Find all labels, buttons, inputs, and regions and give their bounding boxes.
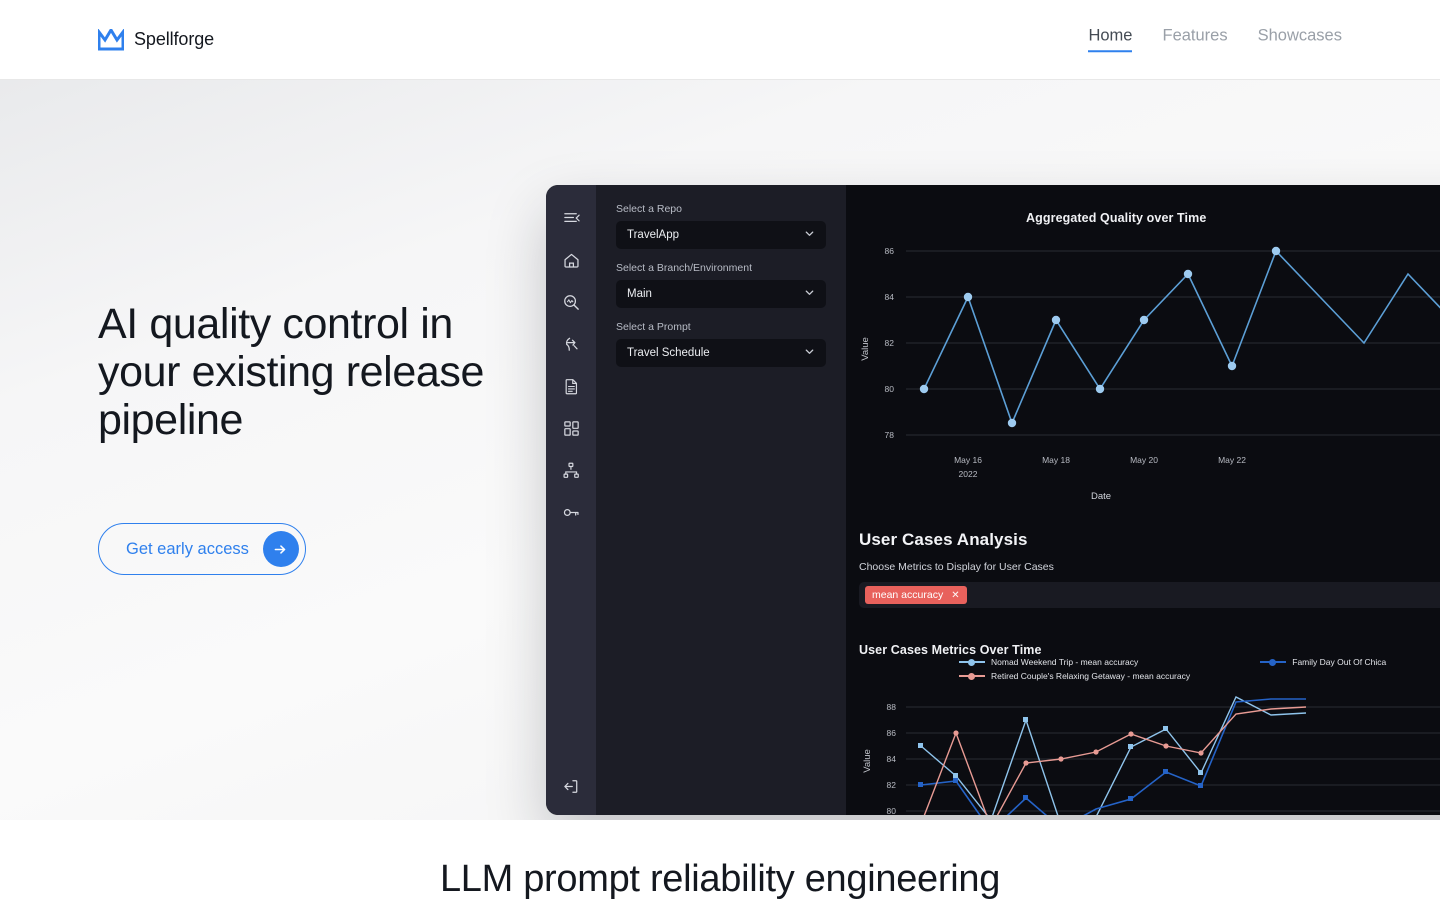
section-title-user-cases: User Cases Analysis xyxy=(859,530,1028,549)
aggregated-quality-block: Aggregated Quality over Time xyxy=(846,211,1440,225)
svg-text:82: 82 xyxy=(885,338,895,348)
select-repo[interactable]: TravelApp xyxy=(616,221,826,249)
svg-text:May 18: May 18 xyxy=(1042,455,1070,465)
document-icon[interactable] xyxy=(558,373,584,399)
cta-label: Get early access xyxy=(126,539,249,558)
chevron-down-icon xyxy=(804,226,815,244)
get-early-access-button[interactable]: Get early access xyxy=(98,523,306,575)
legend-swatch xyxy=(959,672,985,680)
field-label-prompt: Select a Prompt xyxy=(616,321,691,333)
crown-icon xyxy=(98,28,124,51)
select-prompt[interactable]: Travel Schedule xyxy=(616,339,826,367)
user-cases-legend: Nomad Weekend Trip - mean accuracy Famil… xyxy=(859,657,1440,681)
field-label-branch: Select a Branch/Environment xyxy=(616,262,752,274)
main-nav: Home Features Showcases xyxy=(1088,27,1342,53)
landing-page: Spellforge Home Features Showcases AI qu… xyxy=(0,0,1440,900)
legend-item-nomad: Nomad Weekend Trip - mean accuracy xyxy=(959,657,1138,667)
select-repo-value: TravelApp xyxy=(627,229,679,241)
aggregated-quality-chart: 86 84 82 80 78 Value May 16 2022 May 18 … xyxy=(860,246,1440,502)
select-branch-value: Main xyxy=(627,288,652,300)
legend-item-retired: Retired Couple's Relaxing Getaway - mean… xyxy=(959,671,1190,681)
field-label-repo: Select a Repo xyxy=(616,203,682,215)
svg-text:86: 86 xyxy=(885,246,895,256)
dashboard-main: Aggregated Quality over Time 86 84 82 80… xyxy=(846,185,1440,815)
logout-icon[interactable] xyxy=(558,773,584,799)
key-icon[interactable] xyxy=(558,499,584,525)
field-group-repo: Select a Repo TravelApp xyxy=(616,203,826,249)
legend-item-family: Family Day Out Of Chica xyxy=(1260,657,1386,667)
menu-collapse-icon[interactable] xyxy=(558,205,584,231)
svg-text:88: 88 xyxy=(887,702,897,712)
nav-item-home[interactable]: Home xyxy=(1088,27,1133,53)
svg-text:78: 78 xyxy=(885,430,895,440)
brand-logo[interactable]: Spellforge xyxy=(98,28,215,51)
svg-text:2022: 2022 xyxy=(959,469,978,479)
svg-text:82: 82 xyxy=(887,780,897,790)
svg-text:May 22: May 22 xyxy=(1218,455,1246,465)
dashboard-sidebar xyxy=(546,185,596,815)
chart-title-aggregated: Aggregated Quality over Time xyxy=(1026,211,1207,225)
arrow-right-icon xyxy=(262,531,299,567)
field-group-prompt: Select a Prompt Travel Schedule xyxy=(616,321,826,367)
close-icon[interactable]: ✕ xyxy=(951,590,959,601)
metric-tag-mean-accuracy[interactable]: mean accuracy ✕ xyxy=(865,586,967,604)
svg-text:Date: Date xyxy=(1091,491,1111,502)
dashboard-preview: Select a Repo TravelApp Select a Branch/… xyxy=(546,185,1440,815)
legend-label: Family Day Out Of Chica xyxy=(1292,657,1387,667)
field-group-branch: Select a Branch/Environment Main xyxy=(616,262,826,308)
svg-text:Value: Value xyxy=(862,749,873,773)
hero-section: AI quality control in your existing rele… xyxy=(0,80,1440,820)
legend-label: Nomad Weekend Trip - mean accuracy xyxy=(991,657,1139,667)
dashboard-filter-panel: Select a Repo TravelApp Select a Branch/… xyxy=(596,185,846,815)
svg-text:86: 86 xyxy=(887,728,897,738)
hero-copy: AI quality control in your existing rele… xyxy=(98,300,518,444)
nav-item-showcases[interactable]: Showcases xyxy=(1258,27,1342,53)
brand-name: Spellforge xyxy=(134,29,215,49)
bottom-heading: LLM prompt reliability engineering xyxy=(439,858,1001,900)
site-header: Spellforge Home Features Showcases xyxy=(0,0,1440,80)
experiment-icon[interactable] xyxy=(558,331,584,357)
legend-swatch xyxy=(1260,658,1287,666)
bottom-section: LLM prompt reliability engineering xyxy=(0,820,1440,900)
grid-dashboard-icon[interactable] xyxy=(558,415,584,441)
chevron-down-icon xyxy=(804,344,815,362)
nav-item-features[interactable]: Features xyxy=(1162,27,1227,53)
select-prompt-value: Travel Schedule xyxy=(627,347,710,359)
svg-text:84: 84 xyxy=(887,754,897,764)
metrics-label: Choose Metrics to Display for User Cases xyxy=(859,561,1054,573)
svg-text:May 20: May 20 xyxy=(1130,455,1158,465)
sitemap-icon[interactable] xyxy=(558,457,584,483)
page-title: AI quality control in your existing rele… xyxy=(98,300,484,445)
home-icon[interactable] xyxy=(558,247,584,273)
chart-title-user-cases: User Cases Metrics Over Time xyxy=(859,643,1042,657)
user-cases-metrics-chart: 88 86 84 82 80 Value xyxy=(862,696,1440,815)
user-cases-analysis: User Cases Analysis Choose Metrics to Di… xyxy=(859,530,1440,608)
svg-text:May 16: May 16 xyxy=(954,455,982,465)
svg-text:Value: Value xyxy=(860,337,871,361)
svg-text:80: 80 xyxy=(887,806,897,815)
chevron-down-icon xyxy=(804,285,815,303)
legend-label: Retired Couple's Relaxing Getaway - mean… xyxy=(991,671,1191,681)
select-branch[interactable]: Main xyxy=(616,280,826,308)
metric-tag-label: mean accuracy xyxy=(872,589,944,601)
svg-text:80: 80 xyxy=(885,384,895,394)
metrics-tag-bar[interactable]: mean accuracy ✕ xyxy=(859,582,1440,608)
legend-swatch xyxy=(959,658,985,666)
svg-text:84: 84 xyxy=(885,292,895,302)
search-analytics-icon[interactable] xyxy=(558,289,584,315)
